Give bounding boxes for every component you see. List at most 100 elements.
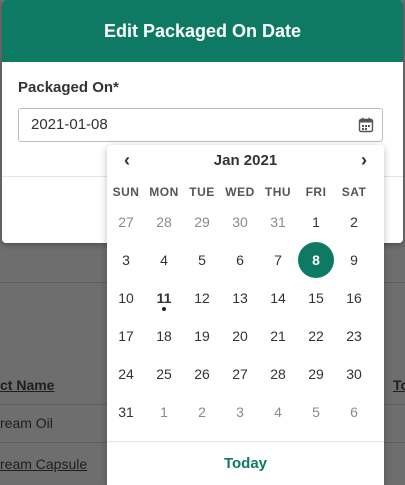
table-cell-product: ream Oil (0, 415, 53, 431)
weekday-label: MON (149, 185, 179, 199)
calendar-day-today[interactable]: 11 (145, 279, 183, 317)
calendar-week-row: 24 25 26 27 28 29 30 (107, 355, 384, 393)
calendar-nav: ‹ Jan 2021 › (107, 145, 384, 175)
day-number: 27 (118, 214, 134, 230)
calendar-day[interactable]: 21 (259, 317, 297, 355)
calendar-day[interactable]: 26 (183, 355, 221, 393)
calendar-day[interactable]: 19 (183, 317, 221, 355)
day-number: 5 (312, 404, 320, 420)
calendar-day[interactable]: 4 (259, 393, 297, 431)
day-number: 11 (156, 290, 172, 306)
calendar-day-selected[interactable]: 8 (297, 241, 335, 279)
month-label: Jan 2021 (213, 151, 278, 169)
calendar-day[interactable]: 5 (183, 241, 221, 279)
day-number: 12 (194, 290, 210, 306)
calendar-day[interactable]: 23 (335, 317, 373, 355)
calendar-day[interactable]: 15 (297, 279, 335, 317)
calendar-day[interactable]: 29 (297, 355, 335, 393)
day-number: 6 (350, 404, 358, 420)
calendar-day[interactable]: 18 (145, 317, 183, 355)
weekday-label: FRI (305, 185, 327, 199)
chevron-right-icon[interactable]: › (356, 150, 372, 171)
day-number: 15 (308, 290, 324, 306)
day-number: 28 (270, 366, 286, 382)
day-number: 5 (198, 252, 206, 268)
packaged-on-date-input[interactable]: 2021-01-08 (18, 108, 383, 142)
calendar-day[interactable]: 7 (259, 241, 297, 279)
day-number: 20 (232, 328, 248, 344)
calendar-day[interactable]: 29 (183, 203, 221, 241)
calendar-day[interactable]: 31 (107, 393, 145, 431)
day-number: 31 (118, 404, 134, 420)
calendar-day[interactable]: 14 (259, 279, 297, 317)
modal-title: Edit Packaged On Date (103, 20, 302, 41)
weekday-label: TUE (189, 185, 215, 199)
day-number: 17 (118, 328, 134, 344)
weekday-header-row: SUN MON TUE WED THU FRI SAT (107, 185, 384, 203)
calendar-day[interactable]: 31 (259, 203, 297, 241)
calendar-day[interactable]: 6 (221, 241, 259, 279)
today-button[interactable]: Today (224, 455, 267, 472)
day-number: 21 (270, 328, 286, 344)
calendar-icon[interactable] (358, 117, 374, 133)
calendar-day[interactable]: 17 (107, 317, 145, 355)
calendar-day[interactable]: 10 (107, 279, 145, 317)
calendar-day[interactable]: 30 (221, 203, 259, 241)
calendar-day[interactable]: 2 (335, 203, 373, 241)
calendar-day[interactable]: 5 (297, 393, 335, 431)
packaged-on-label: Packaged On* (18, 79, 119, 96)
day-number: 8 (298, 242, 334, 278)
day-number: 18 (156, 328, 172, 344)
calendar-day[interactable]: 27 (107, 203, 145, 241)
calendar-day[interactable]: 27 (221, 355, 259, 393)
calendar-day[interactable]: 16 (335, 279, 373, 317)
day-number: 10 (118, 290, 134, 306)
day-number: 22 (308, 328, 324, 344)
table-cell-product-link[interactable]: ream Capsule (0, 456, 87, 472)
day-number: 28 (156, 214, 172, 230)
day-number: 1 (160, 404, 168, 420)
calendar-week-row: 17 18 19 20 21 22 23 (107, 317, 384, 355)
calendar-day[interactable]: 20 (221, 317, 259, 355)
day-number: 1 (312, 214, 320, 230)
calendar-day[interactable]: 24 (107, 355, 145, 393)
calendar-day[interactable]: 28 (259, 355, 297, 393)
day-number: 26 (194, 366, 210, 382)
calendar-day[interactable]: 13 (221, 279, 259, 317)
calendar-day[interactable]: 3 (221, 393, 259, 431)
day-number: 29 (308, 366, 324, 382)
day-number: 2 (350, 214, 358, 230)
weekday-label: THU (264, 185, 292, 199)
day-number: 13 (232, 290, 248, 306)
date-input-value: 2021-01-08 (31, 116, 108, 133)
calendar-day[interactable]: 9 (335, 241, 373, 279)
calendar-day[interactable]: 1 (297, 203, 335, 241)
calendar-week-row: 27 28 29 30 31 1 2 (107, 203, 384, 241)
column-header-name[interactable]: ct Name (0, 377, 54, 393)
calendar-day[interactable]: 28 (145, 203, 183, 241)
day-number: 30 (232, 214, 248, 230)
day-number: 2 (198, 404, 206, 420)
calendar-day[interactable]: 2 (183, 393, 221, 431)
calendar-week-row: 31 1 2 3 4 5 6 (107, 393, 384, 431)
calendar-day[interactable]: 25 (145, 355, 183, 393)
calendar-day[interactable]: 3 (107, 241, 145, 279)
day-number: 3 (122, 252, 130, 268)
calendar-day[interactable]: 12 (183, 279, 221, 317)
chevron-left-icon[interactable]: ‹ (119, 150, 135, 171)
day-number: 14 (270, 290, 286, 306)
calendar-day[interactable]: 30 (335, 355, 373, 393)
calendar-day[interactable]: 4 (145, 241, 183, 279)
calendar-week-row: 10 11 12 13 14 15 16 (107, 279, 384, 317)
day-number: 29 (194, 214, 210, 230)
day-number: 6 (236, 252, 244, 268)
day-number: 7 (274, 252, 282, 268)
modal-header: Edit Packaged On Date (2, 0, 403, 62)
day-number: 24 (118, 366, 134, 382)
date-picker-popup: ‹ Jan 2021 › SUN MON TUE WED THU FRI SAT 27 28 2… (107, 145, 384, 485)
calendar-day-grid: 27 28 29 30 31 1 2 3 4 5 6 7 8 9 10 11 12 13 14 15 16 17 18 19 2… (107, 203, 384, 431)
calendar-day[interactable]: 22 (297, 317, 335, 355)
calendar-day[interactable]: 1 (145, 393, 183, 431)
calendar-day[interactable]: 6 (335, 393, 373, 431)
column-header-total[interactable]: To (393, 377, 405, 393)
